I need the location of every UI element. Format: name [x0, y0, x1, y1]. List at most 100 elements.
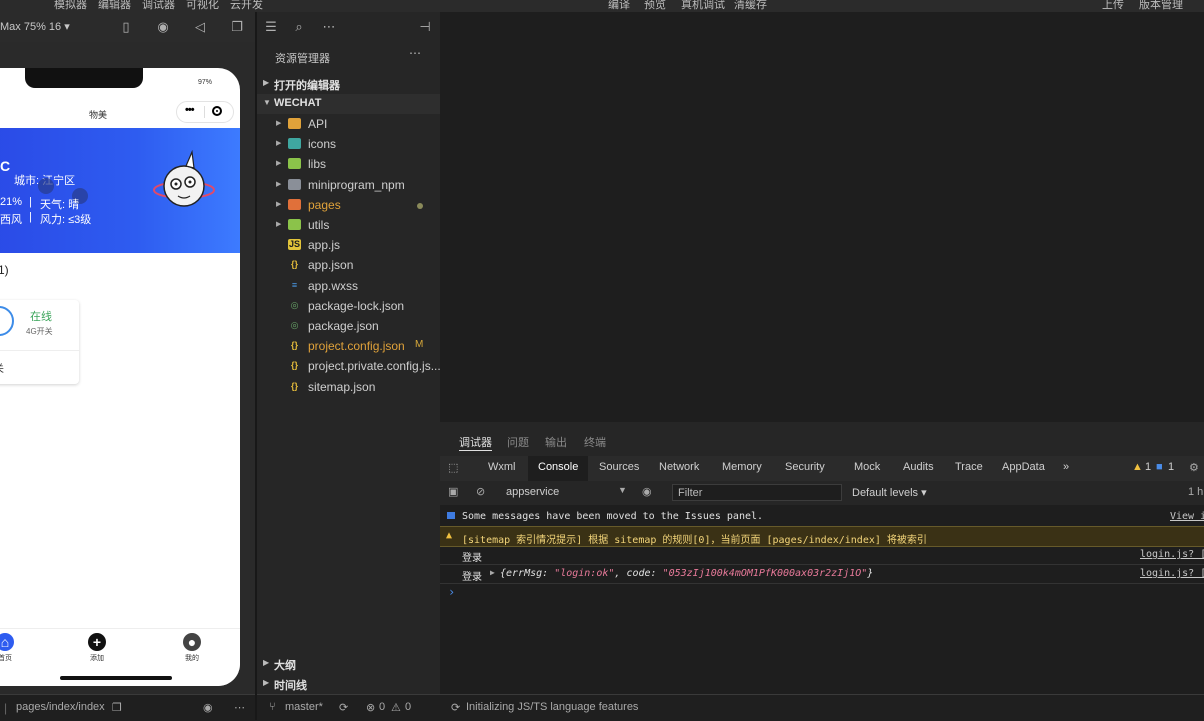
tab-debugger[interactable]: 调试器	[459, 434, 492, 451]
search-icon[interactable]: ⌕	[291, 19, 307, 35]
menu-device-debug[interactable]: 真机调试	[681, 0, 725, 12]
git-branch[interactable]: master*	[285, 701, 323, 713]
panel-audits[interactable]: Audits	[903, 461, 934, 473]
tab-add[interactable]: + 添加	[77, 633, 117, 663]
menu-clear-cache[interactable]: 清缓存	[734, 0, 767, 12]
explorer-more-icon[interactable]: ⋯	[409, 46, 421, 60]
message-source[interactable]: login.js? [	[1140, 549, 1204, 560]
tab-label: 我的	[185, 655, 199, 662]
menu-simulator[interactable]: 模拟器	[54, 0, 87, 12]
info-count[interactable]: 1	[1168, 461, 1174, 473]
panel-console[interactable]: Console	[538, 461, 578, 473]
modified-dot	[417, 202, 423, 209]
console-log[interactable]: 登录 ▶ {errMsg: "login:ok", code: "053zIj1…	[440, 564, 1204, 584]
file-tree-item[interactable]: ▶ utils	[257, 215, 440, 235]
file-tree-item[interactable]: ▶ libs	[257, 154, 440, 174]
sidebar-toggle-icon[interactable]: ▣	[448, 485, 458, 498]
window-icon[interactable]: ❐	[229, 19, 245, 35]
touch-dot	[38, 178, 54, 194]
tab-output[interactable]: 输出	[545, 434, 567, 450]
warning-count[interactable]: 0	[405, 701, 411, 713]
file-tree-item[interactable]: ◎ package.json	[257, 316, 440, 336]
panel-wxml[interactable]: Wxml	[488, 461, 516, 473]
tab-home[interactable]: ⌂ 首页	[0, 633, 25, 663]
console-prompt[interactable]: ›	[448, 585, 455, 599]
outline-section[interactable]: ▶ 大纲	[257, 654, 440, 674]
sync-icon[interactable]: ⟳	[339, 701, 348, 714]
file-name: app.wxss	[308, 278, 359, 293]
menu-debugger[interactable]: 调试器	[142, 0, 175, 12]
tab-issues[interactable]: 问题	[507, 434, 529, 450]
inspect-icon[interactable]: ⬚	[448, 461, 458, 474]
levels-select[interactable]: Default levels ▾	[852, 486, 927, 499]
message-link[interactable]: View i	[1170, 511, 1204, 522]
eye-icon[interactable]: ◉	[642, 485, 652, 498]
device-select[interactable]: Max 75% 16 ▾	[0, 20, 70, 33]
menu-version[interactable]: 版本管理	[1139, 0, 1183, 12]
menu-upload[interactable]: 上传	[1102, 0, 1124, 12]
phone-icon[interactable]: ▯	[118, 19, 134, 35]
warning-count[interactable]: 1	[1145, 461, 1151, 473]
eye-icon[interactable]: ◉	[203, 701, 213, 714]
tab-terminal[interactable]: 终端	[584, 434, 606, 450]
chevron-right-icon: ▶	[276, 160, 282, 168]
file-tree-item[interactable]: {} sitemap.json	[257, 377, 440, 397]
file-tree-item[interactable]: {} app.json	[257, 255, 440, 275]
timeline-section[interactable]: ▶ 时间线	[257, 674, 440, 694]
error-count[interactable]: 0	[379, 701, 385, 713]
panel-trace[interactable]: Trace	[955, 461, 983, 473]
menu-compile[interactable]: 编译	[608, 0, 630, 12]
record-icon[interactable]: ◉	[155, 19, 171, 35]
file-tree-item[interactable]: ▶ icons	[257, 134, 440, 154]
project-section[interactable]: ▼ WECHAT	[257, 94, 440, 114]
js-file-icon: JS	[288, 239, 301, 251]
npm-file-icon: ◎	[290, 299, 299, 310]
capsule-menu[interactable]: •••	[176, 101, 234, 123]
page-path[interactable]: pages/index/index	[16, 701, 105, 713]
file-tree-item[interactable]: {} project.private.config.js...	[257, 356, 441, 376]
npm-file-icon: ◎	[290, 320, 299, 330]
device-card[interactable]: 在线 4G开关 关	[0, 300, 79, 384]
copy-icon[interactable]: ❐	[112, 701, 122, 714]
chevron-down-icon: ▼	[263, 98, 271, 107]
file-tree-item[interactable]: JS app.js	[257, 235, 440, 255]
more-panels-icon[interactable]: »	[1063, 461, 1069, 473]
more-icon[interactable]: •••	[185, 104, 195, 116]
expand-icon[interactable]: ▶	[490, 568, 495, 577]
simulator-status-bar: | pages/index/index ❐ ◉ ⋯	[0, 694, 255, 721]
list-icon[interactable]: ☰	[263, 19, 279, 35]
file-name: package-lock.json	[308, 298, 405, 313]
tab-profile[interactable]: ● 我的	[172, 633, 212, 663]
file-tree-item[interactable]: ▶ pages	[257, 195, 440, 215]
split-icon[interactable]: ⊣	[417, 19, 433, 35]
panel-network[interactable]: Network	[659, 461, 699, 473]
file-tree-item[interactable]: ▶ API	[257, 114, 440, 134]
open-editors-section[interactable]: ▶ 打开的编辑器	[257, 74, 440, 94]
panel-security[interactable]: Security	[785, 461, 825, 473]
more-icon[interactable]: ⋯	[321, 19, 337, 35]
more-icon[interactable]: ⋯	[234, 701, 245, 714]
panel-appdata[interactable]: AppData	[1002, 461, 1045, 473]
volume-icon[interactable]: ◁	[192, 19, 208, 35]
menu-editor[interactable]: 编辑器	[98, 0, 131, 12]
file-tree-item[interactable]: ≡ app.wxss	[257, 276, 440, 296]
battery-level: 97%	[198, 79, 213, 86]
panel-memory[interactable]: Memory	[722, 461, 762, 473]
filter-input[interactable]: Filter	[672, 484, 842, 501]
editor-status-bar: ⟳ Initializing JS/TS language features	[440, 694, 1204, 721]
obj-value: "login:ok"	[554, 568, 615, 579]
gear-icon[interactable]: ⚙	[1189, 461, 1199, 474]
message-source[interactable]: login.js? [	[1140, 568, 1204, 579]
menu-cloud[interactable]: 云开发	[230, 0, 263, 12]
menu-visual[interactable]: 可视化	[186, 0, 219, 12]
file-tree-item[interactable]: ▶ miniprogram_npm	[257, 175, 440, 195]
menu-preview[interactable]: 预览	[644, 0, 666, 12]
clear-console-icon[interactable]: ⊘	[476, 485, 485, 498]
context-select[interactable]: appservice	[506, 486, 559, 498]
panel-sources[interactable]: Sources	[599, 461, 639, 473]
folder-icon	[288, 178, 301, 190]
file-tree-item[interactable]: {} project.config.json M	[257, 336, 440, 356]
panel-mock[interactable]: Mock	[854, 461, 880, 473]
close-target-icon[interactable]	[212, 106, 222, 116]
file-tree-item[interactable]: ◎ package-lock.json	[257, 296, 440, 316]
